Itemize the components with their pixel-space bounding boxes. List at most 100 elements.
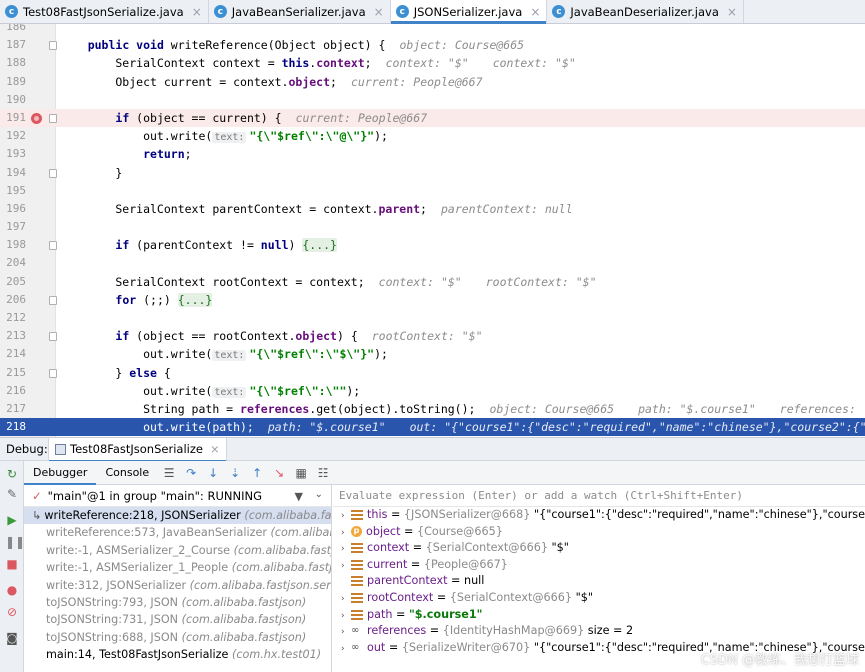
expand-arrow-icon[interactable]: ›: [341, 624, 351, 641]
code-line[interactable]: 187 public void writeReference(Object ob…: [0, 36, 865, 54]
code-line[interactable]: 218 out.write(path); path: "$.course1" out…: [0, 418, 865, 437]
line-number: 218: [6, 420, 26, 434]
close-icon[interactable]: ×: [374, 5, 384, 19]
filter-icon[interactable]: ▼: [295, 490, 303, 503]
close-icon[interactable]: ×: [727, 5, 737, 19]
stop-icon[interactable]: ■: [5, 557, 19, 571]
editor-tab[interactable]: c JavaBeanDeserializer.java ×: [547, 0, 744, 23]
editor-tab[interactable]: c JSONSerializer.java ×: [390, 0, 548, 24]
fold-marker-icon[interactable]: [49, 113, 57, 123]
close-icon[interactable]: ×: [210, 442, 220, 456]
menu-icon[interactable]: ☰: [162, 466, 176, 480]
code-line[interactable]: 192 out.write(text: "{\"$ref\":\"@\"}");: [0, 127, 865, 145]
variable-row[interactable]: › context = {SerialContext@666} "$": [333, 540, 865, 557]
variable-row[interactable]: › rootContext = {SerialContext@666} "$": [333, 590, 865, 607]
code-line[interactable]: 195: [0, 182, 865, 200]
expand-arrow-icon[interactable]: ›: [341, 608, 351, 625]
variable-row[interactable]: › current = {People@667}: [333, 557, 865, 574]
frame-method: toJSONString:731, JSON: [46, 613, 179, 627]
debug-session-tab[interactable]: Test08FastJsonSerialize ×: [48, 437, 227, 462]
code-line[interactable]: 186: [0, 24, 865, 36]
fold-marker-icon[interactable]: [49, 41, 57, 51]
code-line[interactable]: 205 SerialContext rootContext = context;…: [0, 273, 865, 291]
stack-frame[interactable]: write:-1, ASMSerializer_1_People (com.al…: [24, 559, 331, 576]
code-line[interactable]: 217 String path = references.get(object)…: [0, 400, 865, 418]
stack-frame[interactable]: writeReference:218, JSONSerializer (com.…: [24, 507, 331, 525]
pause-icon[interactable]: ❚❚: [5, 535, 25, 549]
tab-debugger[interactable]: Debugger: [24, 461, 97, 485]
code-token: parent: [378, 201, 421, 216]
frame-method: main:14, Test08FastJsonSerialize: [46, 648, 229, 662]
expand-arrow-icon[interactable]: ›: [341, 541, 351, 558]
step-out-icon[interactable]: ↑: [250, 466, 264, 480]
view-breakpoints-icon[interactable]: ●: [5, 583, 19, 597]
chevron-down-icon[interactable]: ⌄: [315, 489, 323, 500]
variable-row[interactable]: › this = {JSONSerializer@668} "{"course1"…: [333, 507, 865, 524]
editor-tab[interactable]: c JavaBeanSerializer.java ×: [209, 0, 391, 23]
code-line[interactable]: 215 } else {: [0, 364, 865, 382]
stack-frame[interactable]: toJSONString:688, JSON (com.alibaba.fast…: [24, 629, 331, 646]
code-line[interactable]: 198 if (parentContext != null) {...}: [0, 236, 865, 254]
evaluate-expression-icon[interactable]: ▦: [294, 466, 308, 480]
breakpoint-icon[interactable]: [31, 112, 42, 124]
stack-frame[interactable]: main:14, Test08FastJsonSerialize (com.hx…: [24, 646, 331, 663]
code-line[interactable]: 188 SerialContext context = this.context…: [0, 54, 865, 72]
code-line[interactable]: 189 Object current = context.object; curr…: [0, 73, 865, 91]
code-line[interactable]: 213 if (object == rootContext.object) {r…: [0, 327, 865, 345]
expand-arrow-icon[interactable]: ›: [341, 591, 351, 608]
expand-arrow-icon[interactable]: ›: [341, 558, 351, 575]
mute-breakpoints-icon[interactable]: ⊘: [5, 605, 19, 619]
fold-marker-icon[interactable]: [49, 368, 57, 378]
code-line[interactable]: 197: [0, 218, 865, 236]
code-line[interactable]: 204: [0, 254, 865, 272]
inline-debug-value: rootContext: "$": [485, 274, 597, 289]
code-editor[interactable]: 186 187 public void writeReference(Object…: [0, 24, 865, 437]
expand-arrow-icon[interactable]: ›: [341, 508, 351, 525]
code-line[interactable]: 191 if (object == current) {current: Peo…: [0, 108, 865, 128]
variable-row[interactable]: › p object = {Course@665}: [333, 524, 865, 541]
trace-stream-icon[interactable]: ☷: [316, 466, 330, 480]
fold-marker-icon[interactable]: [49, 168, 57, 178]
expand-arrow-icon[interactable]: ›: [341, 525, 351, 542]
variable-row[interactable]: › ∞ references = {IdentityHashMap@669} siz…: [333, 623, 865, 640]
step-over-icon[interactable]: ↷: [184, 466, 198, 480]
stack-frame[interactable]: write:312, JSONSerializer (com.alibaba.f…: [24, 577, 331, 594]
thread-selector[interactable]: ✓ "main"@1 in group "main": RUNNING ▼ ⌄: [24, 485, 331, 507]
code-line[interactable]: 196 SerialContext parentContext = contex…: [0, 200, 865, 218]
stack-frame[interactable]: write:-1, ASMSerializer_2_Course (com.al…: [24, 542, 331, 559]
rerun-icon[interactable]: ↻: [5, 467, 19, 481]
resume-icon[interactable]: ▶: [5, 513, 19, 527]
code-line[interactable]: 206 for (;;) {...}: [0, 291, 865, 309]
stack-frame[interactable]: toJSONString:793, JSON (com.alibaba.fast…: [24, 594, 331, 611]
variable-row[interactable]: › path = "$.course1": [333, 607, 865, 624]
code-line[interactable]: 214 out.write(text: "{\"$ref\":\"$\"}");: [0, 345, 865, 363]
code-token: String path =: [60, 401, 241, 416]
fold-marker-icon[interactable]: [49, 241, 57, 251]
folded-code-block[interactable]: {...}: [177, 292, 213, 307]
close-icon[interactable]: ×: [192, 5, 202, 19]
stack-frame[interactable]: toJSONString:731, JSON (com.alibaba.fast…: [24, 611, 331, 628]
code-line[interactable]: 194 }: [0, 164, 865, 182]
editor-tab[interactable]: c Test08FastJsonSerialize.java ×: [0, 0, 209, 23]
wrench-icon[interactable]: ✎: [5, 487, 19, 501]
evaluate-expression-field[interactable]: Evaluate expression (Enter) or add a wat…: [333, 485, 865, 507]
camera-icon[interactable]: ◙: [5, 631, 19, 645]
force-step-into-icon[interactable]: ⇣: [228, 466, 242, 480]
step-into-icon[interactable]: ↓: [206, 466, 220, 480]
code-token: "{\"$ref\":\"@\"}": [249, 129, 375, 144]
code-line[interactable]: 216 out.write(text: "{\"$ref\":\"");: [0, 382, 865, 400]
expand-arrow-icon[interactable]: ›: [341, 641, 351, 658]
code-line[interactable]: 190: [0, 91, 865, 109]
run-to-cursor-icon[interactable]: ↘: [272, 466, 286, 480]
tab-console[interactable]: Console: [96, 461, 158, 484]
close-icon[interactable]: ×: [530, 5, 540, 19]
parameter-icon: p: [351, 526, 362, 538]
code-line[interactable]: 212: [0, 309, 865, 327]
folded-code-block[interactable]: {...}: [302, 238, 337, 253]
stack-frame[interactable]: writeReference:573, JavaBeanSerializer (…: [24, 524, 331, 541]
code-line[interactable]: 193 return;: [0, 145, 865, 163]
fold-marker-icon[interactable]: [49, 295, 57, 305]
fold-marker-icon[interactable]: [49, 332, 57, 342]
variable-row[interactable]: parentContext = null: [333, 573, 865, 590]
